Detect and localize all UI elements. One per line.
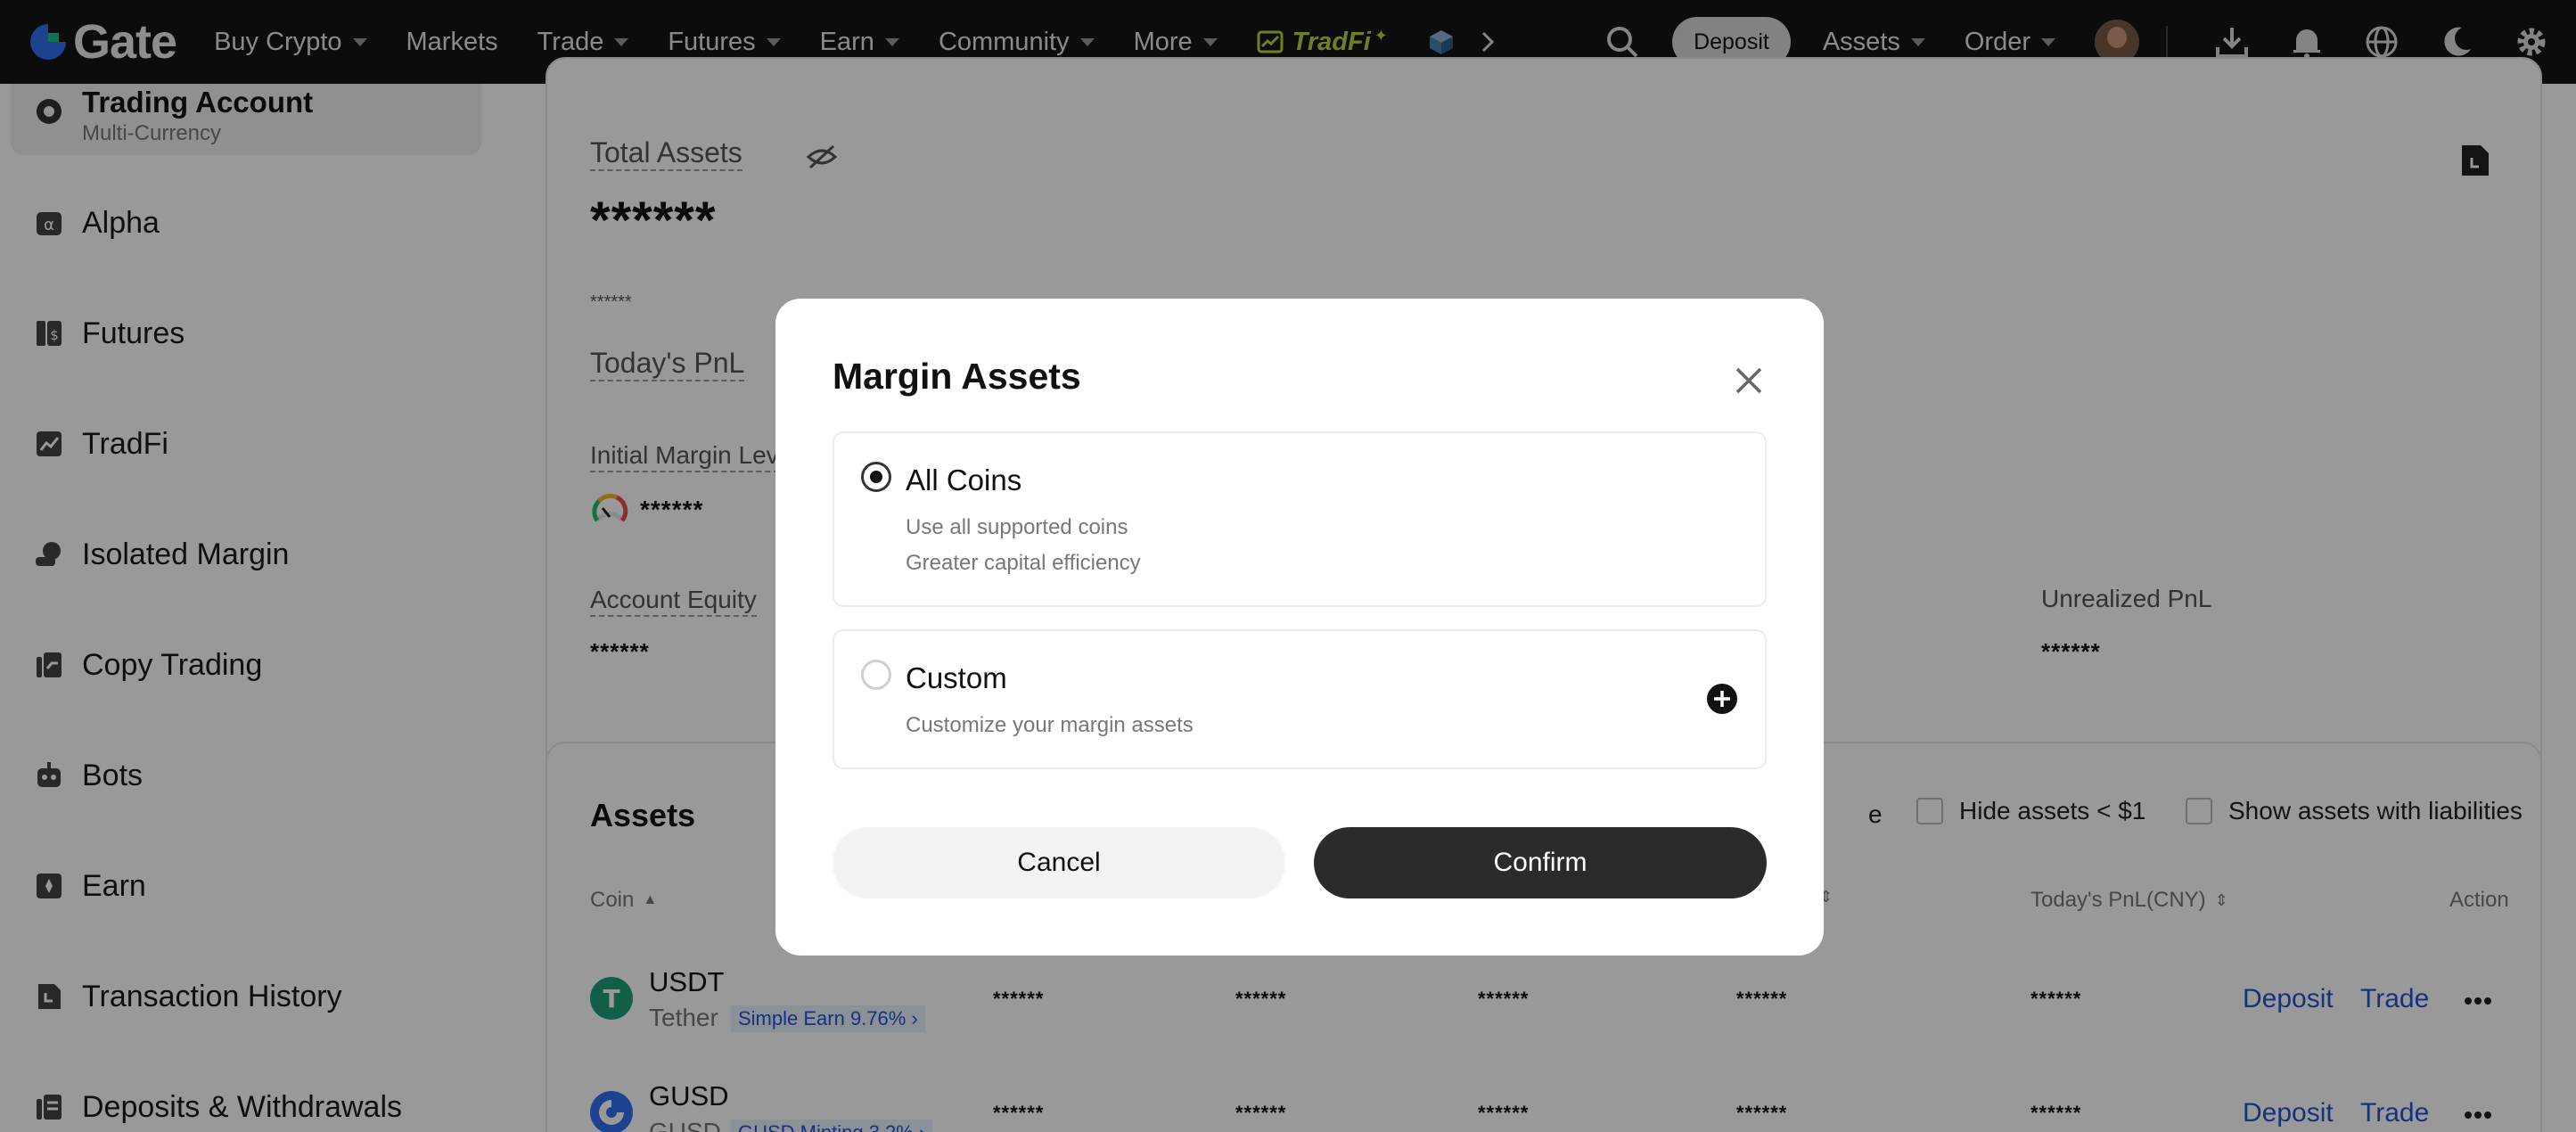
radio-dot <box>870 471 882 483</box>
radio-unselected[interactable] <box>861 660 891 690</box>
option-custom[interactable]: Custom Customize your margin assets <box>833 629 1767 769</box>
option-description: Customize your margin assets <box>906 713 1194 737</box>
margin-assets-dialog: Margin Assets All Coins Use all supporte… <box>775 299 1824 956</box>
cancel-button[interactable]: Cancel <box>833 827 1285 898</box>
option-label: All Coins <box>906 463 1022 496</box>
option-label: Custom <box>906 661 1007 694</box>
add-circle-icon[interactable] <box>1706 683 1738 715</box>
option-all-coins[interactable]: All Coins Use all supported coins Greate… <box>833 431 1767 607</box>
confirm-button[interactable]: Confirm <box>1314 827 1767 898</box>
close-icon[interactable] <box>1733 365 1765 397</box>
dialog-title: Margin Assets <box>833 356 1081 397</box>
radio-selected[interactable] <box>861 462 891 492</box>
option-description: Greater capital efficiency <box>906 551 1141 575</box>
option-description: Use all supported coins <box>906 515 1128 539</box>
